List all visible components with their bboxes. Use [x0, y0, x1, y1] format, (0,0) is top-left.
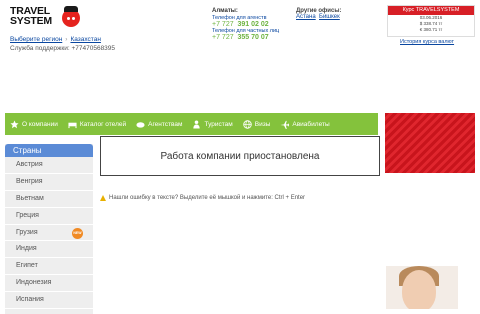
new-badge: NEW: [72, 227, 83, 239]
handshake-icon: [136, 120, 145, 129]
rate-history-link[interactable]: История курса валют: [400, 39, 454, 45]
bed-icon: [68, 120, 77, 129]
logo[interactable]: TRAVEL SYSTEM: [10, 6, 80, 32]
person-icon: [192, 119, 201, 129]
globe-icon: [243, 119, 252, 129]
sidebar-item-label: Грузия: [16, 228, 38, 236]
sidebar-item-india[interactable]: Индия: [5, 241, 93, 259]
region-select-link[interactable]: Выберите регион: [10, 36, 62, 43]
almaty-title: Алматы:: [212, 8, 238, 14]
nav-item-tourists[interactable]: Туристам: [187, 113, 237, 135]
main-nav: О компании Каталог отелей Агентствам Тур…: [5, 113, 378, 135]
support-phone: Служба поддержки: +77470568395: [10, 45, 116, 52]
promo-banner[interactable]: [385, 113, 475, 173]
sidebar-item-greece[interactable]: Греция: [5, 208, 93, 225]
typo-hint-text: Нашли ошибку в тексте? Выделите её мышко…: [109, 195, 306, 201]
office-link-bishkek[interactable]: Бишкек: [319, 14, 340, 20]
sidebar-item-indonesia[interactable]: Индонезия: [5, 275, 93, 293]
chevron-right-icon: ›: [65, 36, 68, 43]
sidebar-item-egypt[interactable]: Египет: [5, 258, 93, 276]
almaty-contacts: Алматы: Телефон для агенств +7 727 391 0…: [212, 8, 279, 41]
private-phone: +7 727 355 70 07: [212, 34, 269, 41]
sidebar-item-spain[interactable]: Испания: [5, 292, 93, 310]
warning-icon: [100, 195, 106, 201]
nav-item-visas[interactable]: Визы: [238, 113, 276, 135]
logo-badge-icon: [62, 6, 80, 27]
exchange-rate-title: Курс TRAVELSYSTEM: [388, 6, 474, 15]
sidebar-title: Страны: [5, 144, 93, 157]
region-selector: Выберите регион › Казахстан: [10, 36, 101, 43]
other-offices: Другие офисы: Астана Бишкек: [296, 8, 341, 20]
consultant-photo: [386, 266, 458, 309]
office-link-astana[interactable]: Астана: [296, 14, 316, 20]
typo-hint: Нашли ошибку в тексте? Выделите её мышко…: [100, 195, 305, 201]
nav-item-about[interactable]: О компании: [5, 113, 63, 135]
nav-item-hotels[interactable]: Каталог отелей: [63, 113, 131, 135]
sidebar-item-vietnam[interactable]: Вьетнам: [5, 191, 93, 208]
suspension-notice: Работа компании приостановлена: [100, 136, 380, 176]
sidebar-item-georgia[interactable]: Грузия NEW: [5, 225, 93, 242]
plane-icon: [280, 120, 290, 129]
nav-item-flights[interactable]: Авиабилеты: [275, 113, 334, 135]
exchange-rate-eur: € 380.71 тг: [419, 27, 443, 32]
sidebar-item-hungary[interactable]: Венгрия: [5, 174, 93, 191]
nav-item-agencies[interactable]: Агентствам: [131, 113, 187, 135]
region-value-link[interactable]: Казахстан: [70, 36, 100, 43]
countries-sidebar: Страны Австрия Венгрия Вьетнам Греция Гр…: [5, 144, 93, 314]
sidebar-item-austria[interactable]: Австрия: [5, 157, 93, 174]
exchange-rate-box: Курс TRAVELSYSTEM 03.06.2016 $ 338.74 тг…: [387, 5, 475, 37]
star-icon: [10, 119, 19, 129]
agencies-phone: +7 727 391 02 02: [212, 21, 269, 28]
